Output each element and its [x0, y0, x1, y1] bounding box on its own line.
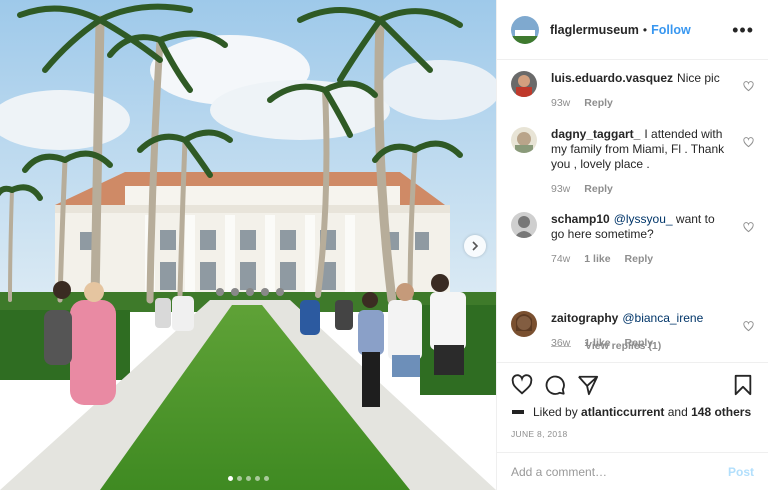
post-header: flaglermuseum • Follow ••• — [497, 0, 768, 60]
reply-button[interactable]: Reply — [625, 252, 654, 267]
comment-text: luis.eduardo.vasquez Nice pic 93w Reply — [551, 71, 731, 111]
comment-meta: 36w 1 like Reply — [551, 336, 731, 351]
commenter-avatar[interactable] — [511, 71, 537, 97]
comment-message: Nice pic — [677, 71, 720, 85]
author-avatar[interactable] — [511, 15, 539, 44]
post-date[interactable]: JUNE 8, 2018 — [511, 429, 754, 439]
save-bookmark-icon[interactable] — [732, 374, 754, 396]
carousel-indicator — [0, 476, 496, 481]
carousel-dot — [263, 476, 269, 481]
comment-input[interactable] — [511, 464, 728, 479]
author-username[interactable]: flaglermuseum — [550, 23, 639, 37]
comment-meta: 74w 1 like Reply — [551, 252, 731, 267]
like-comment-heart-icon[interactable] — [743, 222, 754, 233]
comment-text: zaitography @bianca_irene 36w 1 like Repl… — [551, 311, 731, 351]
share-send-icon[interactable] — [577, 374, 599, 396]
comment-username[interactable]: zaitography — [551, 311, 618, 325]
comment-meta: 93w Reply — [551, 96, 731, 111]
like-heart-icon[interactable] — [511, 374, 533, 396]
comment-item: luis.eduardo.vasquez Nice pic 93w Reply — [511, 71, 754, 111]
comment-username[interactable]: luis.eduardo.vasquez — [551, 71, 673, 85]
action-bar — [511, 363, 754, 407]
liker-username[interactable]: atlanticcurrent — [581, 405, 664, 419]
like-comment-heart-icon[interactable] — [743, 321, 754, 332]
comment-item: zaitography @bianca_irene 36w 1 like Repl… — [511, 311, 754, 351]
next-photo-button[interactable] — [464, 235, 486, 257]
comment-item: schamp10 @lyssyou_ want to go here someti… — [511, 212, 754, 267]
post-side-panel: flaglermuseum • Follow ••• luis.eduardo.… — [496, 0, 768, 490]
comment-time[interactable]: 36w — [551, 336, 570, 351]
comment-time[interactable]: 74w — [551, 252, 570, 267]
follow-button[interactable]: Follow — [651, 23, 691, 37]
likes-count[interactable]: 148 others — [691, 405, 751, 419]
reply-button[interactable]: Reply — [584, 182, 613, 197]
commenter-avatar[interactable] — [511, 127, 537, 153]
comment-bubble-icon[interactable] — [544, 374, 566, 396]
comment-text: schamp10 @lyssyou_ want to go here someti… — [551, 212, 731, 267]
post-actions-section: Liked by atlanticcurrent and 148 others … — [497, 362, 768, 439]
carousel-dot — [245, 476, 251, 481]
museum-photo — [0, 0, 496, 490]
comment-username[interactable]: schamp10 — [551, 212, 610, 226]
carousel-dot — [236, 476, 242, 481]
liker-avatar[interactable] — [511, 405, 525, 419]
comment-time[interactable]: 93w — [551, 182, 570, 197]
reply-button[interactable]: Reply — [625, 336, 654, 351]
commenter-avatar[interactable] — [511, 212, 537, 238]
like-comment-heart-icon[interactable] — [743, 81, 754, 92]
likes-joiner: and — [667, 405, 688, 419]
likes-summary: Liked by atlanticcurrent and 148 others — [511, 405, 754, 419]
post-photo — [0, 0, 496, 490]
comment-likes[interactable]: 1 like — [584, 336, 610, 351]
add-comment-bar: Post — [497, 452, 768, 490]
header-separator: • — [642, 22, 648, 37]
comment-time[interactable]: 93w — [551, 96, 570, 111]
carousel-dot — [227, 476, 233, 481]
comment-mention[interactable]: @bianca_irene — [622, 311, 703, 325]
likes-prefix: Liked by — [533, 405, 578, 419]
comment-username[interactable]: dagny_taggart_ — [551, 127, 640, 141]
comment-text: dagny_taggart_ I attended with my family … — [551, 127, 731, 197]
comment-item: dagny_taggart_ I attended with my family … — [511, 127, 754, 197]
like-comment-heart-icon[interactable] — [743, 137, 754, 148]
post-comment-button[interactable]: Post — [728, 465, 754, 479]
chevron-right-icon — [472, 241, 479, 251]
reply-button[interactable]: Reply — [584, 96, 613, 111]
commenter-avatar[interactable] — [511, 311, 537, 337]
comment-meta: 93w Reply — [551, 182, 731, 197]
comments-list: luis.eduardo.vasquez Nice pic 93w Reply d… — [497, 61, 768, 362]
comment-likes[interactable]: 1 like — [584, 252, 610, 267]
comment-mention[interactable]: @lyssyou_ — [614, 212, 673, 226]
carousel-dot — [254, 476, 260, 481]
more-options-icon[interactable]: ••• — [732, 21, 754, 39]
